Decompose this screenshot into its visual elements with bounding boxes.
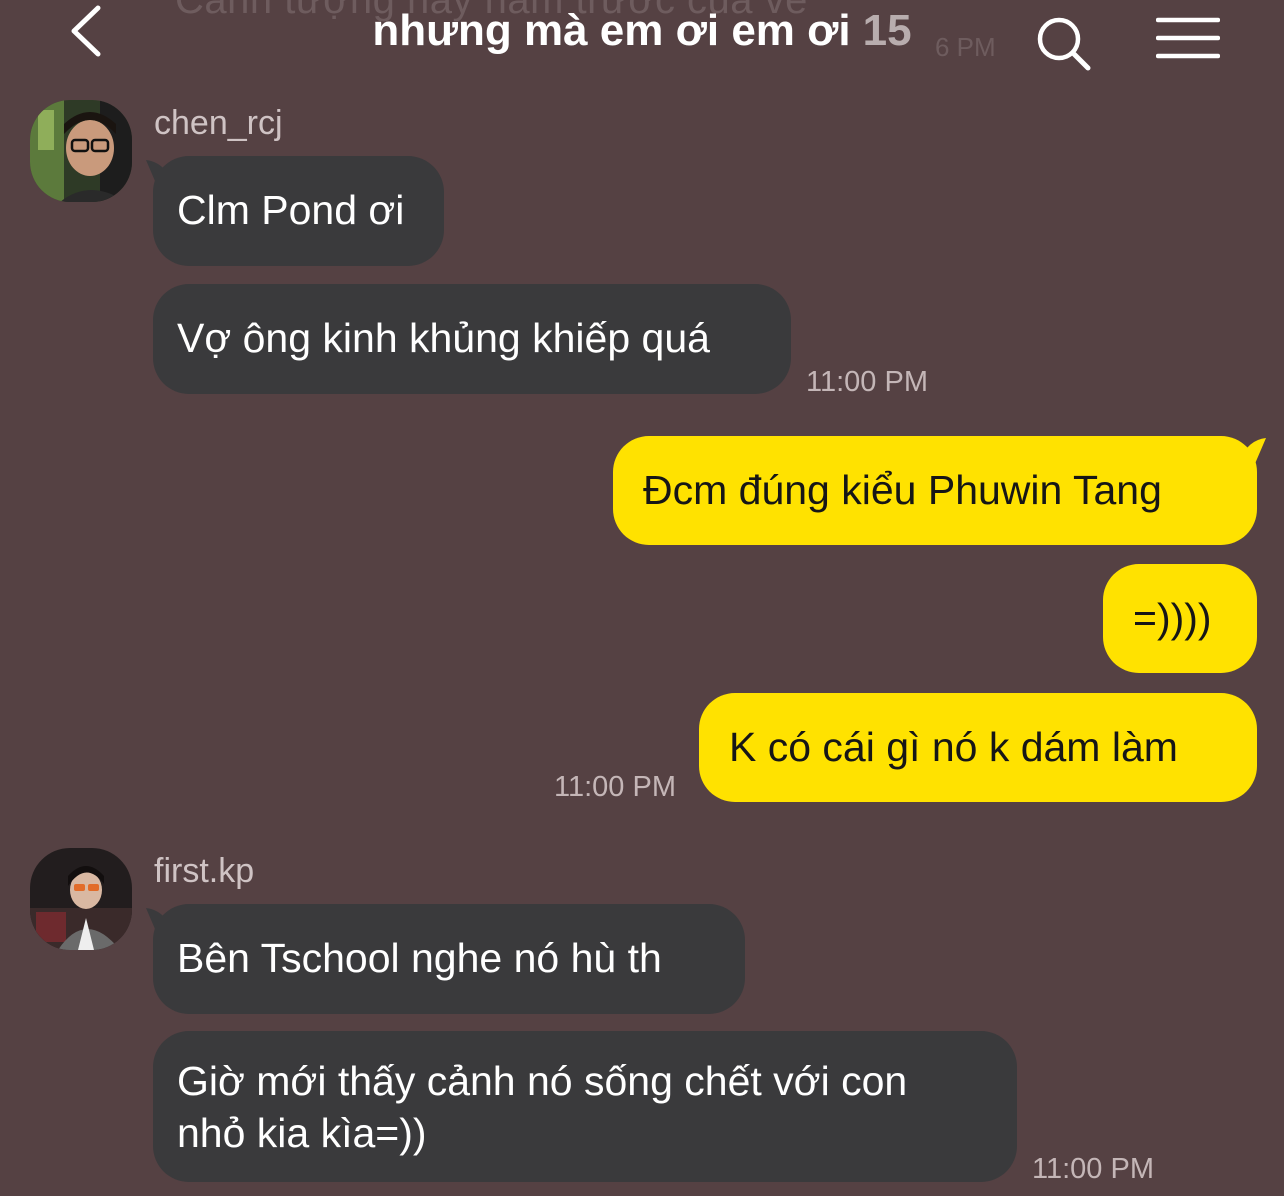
incoming-message[interactable]: Bên Tschool nghe nó hù th (153, 904, 745, 1014)
chat-header: Cảnh tượng này năm trước của vé 6 PM như… (0, 0, 1284, 90)
incoming-message[interactable]: Vợ ông kinh khủng khiếp quá (153, 284, 791, 394)
sender-name: first.kp (154, 852, 255, 890)
message-time: 11:00 PM (554, 771, 676, 803)
search-icon[interactable] (1034, 14, 1094, 74)
incoming-message[interactable]: Clm Pond ơi (153, 156, 444, 266)
incoming-message-multiline[interactable]: Giờ mới thấy cảnh nó sống chết với con n… (153, 1031, 1017, 1182)
chat-title-text: nhưng mà em ơi em ơi (372, 6, 851, 55)
member-count: 15 (862, 6, 912, 55)
avatar-first-kp[interactable] (30, 848, 132, 950)
hamburger-menu-icon[interactable] (1155, 16, 1221, 64)
avatar-chen-rcj[interactable] (30, 100, 132, 202)
message-line: nhỏ kia kìa=)) (177, 1110, 427, 1156)
outgoing-message[interactable]: Đcm đúng kiểu Phuwin Tang (613, 436, 1257, 545)
sender-name: chen_rcj (154, 104, 283, 142)
message-time: 11:00 PM (806, 366, 928, 398)
message-time: 11:00 PM (1032, 1153, 1154, 1185)
message-line: Giờ mới thấy cảnh nó sống chết với con (177, 1058, 908, 1104)
outgoing-message[interactable]: =)))) (1103, 564, 1257, 673)
outgoing-message[interactable]: K có cái gì nó k dám làm (699, 693, 1257, 802)
